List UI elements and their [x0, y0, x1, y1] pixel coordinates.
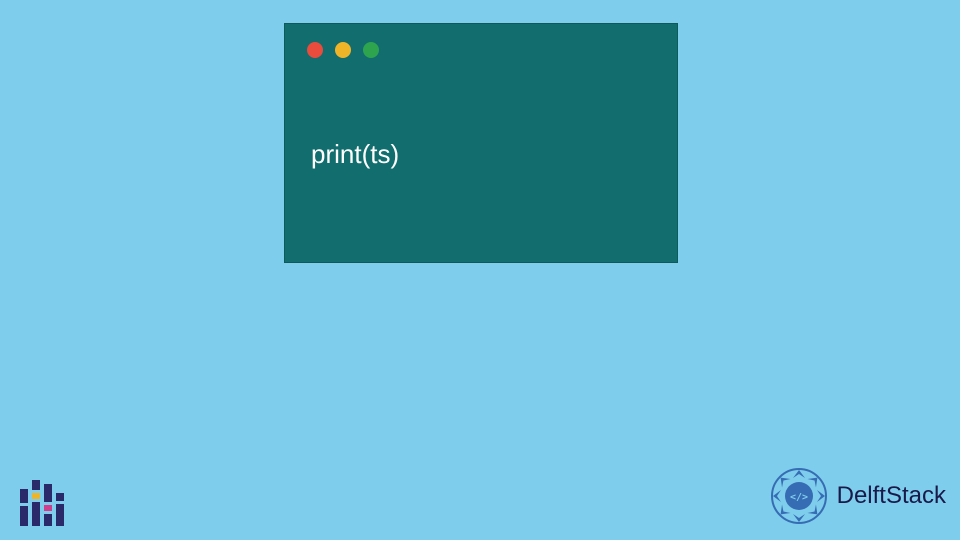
window-traffic-lights [307, 42, 379, 58]
brand-logo: </> DelftStack [769, 466, 946, 526]
svg-text:</>: </> [790, 492, 808, 503]
brand-bars-icon [14, 470, 70, 526]
brand-name: DelftStack [837, 482, 946, 510]
code-text: print(ts) [311, 139, 399, 170]
close-icon[interactable] [307, 42, 323, 58]
minimize-icon[interactable] [335, 42, 351, 58]
maximize-icon[interactable] [363, 42, 379, 58]
code-window: print(ts) [284, 23, 678, 263]
brand-medallion-icon: </> [769, 466, 829, 526]
